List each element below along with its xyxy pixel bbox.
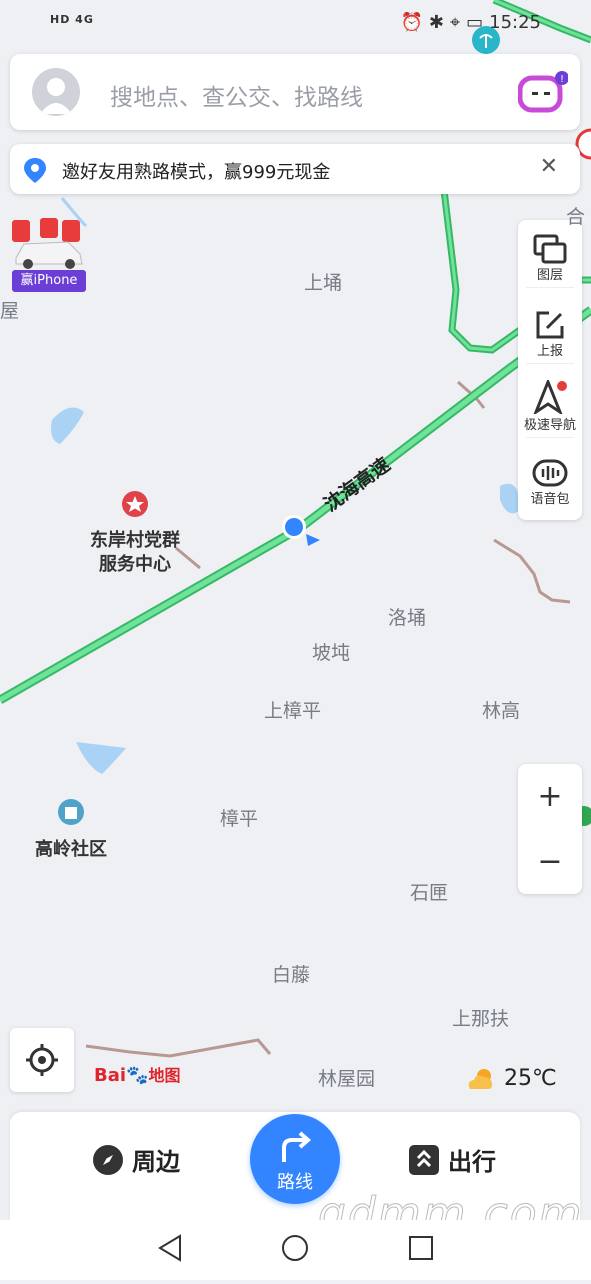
status-bar: HD 4G ⏰ ✱ ⌖ ▭ 15:25: [0, 0, 591, 44]
compass-icon: [93, 1144, 123, 1175]
recents-icon: [409, 1236, 433, 1260]
report-button[interactable]: 上报: [518, 306, 582, 364]
close-icon[interactable]: ✕: [540, 154, 558, 179]
svg-text:!: !: [560, 74, 564, 85]
weather-widget[interactable]: 25℃: [466, 1066, 557, 1091]
place-label: 坡坉: [312, 642, 351, 664]
place-label: 石匣: [410, 882, 449, 904]
home-icon: [282, 1235, 308, 1261]
tool-label-report: 上报: [536, 344, 563, 359]
fast-nav-button[interactable]: 极速导航: [518, 380, 582, 438]
search-bar[interactable]: 搜地点、查公交、找路线 !: [10, 54, 580, 130]
system-nav-bar: [0, 1220, 591, 1280]
tool-label-fast-nav: 极速导航: [523, 418, 576, 433]
cloudy-sun-icon: [468, 1068, 492, 1089]
place-label: 上樟平: [264, 700, 322, 722]
poi-party-center[interactable]: 东岸村党群 服务中心: [80, 490, 190, 577]
poi-community[interactable]: 高岭社区: [26, 798, 116, 861]
building-pin-icon: [58, 799, 84, 825]
promo-car-widget[interactable]: 赢iPhone: [10, 214, 88, 294]
travel-button[interactable]: 出行: [408, 1142, 496, 1177]
clock: 15:25: [489, 12, 541, 33]
banner-text: 邀好友用熟路模式，赢999元现金: [62, 162, 331, 183]
tool-label-voice: 语音包: [530, 492, 570, 507]
nearby-button[interactable]: 周边: [92, 1142, 180, 1177]
map-tools-panel: 图层 上报 极速导航 语音包: [518, 220, 582, 520]
navigation-icon: [533, 380, 567, 414]
avatar[interactable]: [32, 68, 80, 116]
assistant-icon[interactable]: !: [517, 70, 569, 114]
baidu-map-logo: Bai🐾地图: [94, 1065, 181, 1086]
place-label: 上那扶: [452, 1008, 510, 1030]
layers-icon: [533, 234, 567, 264]
edit-icon: [536, 311, 564, 339]
place-label: 樟平: [220, 808, 259, 830]
network-indicator: HD 4G: [50, 13, 94, 26]
zoom-out-button[interactable]: −: [518, 829, 582, 894]
status-right: ⏰ ✱ ⌖ ▭ 15:25: [400, 12, 541, 33]
place-label: 林高: [482, 700, 521, 722]
promo-tag: 赢iPhone: [12, 270, 86, 292]
search-input[interactable]: 搜地点、查公交、找路线: [110, 78, 363, 112]
place-label: 上埇: [304, 272, 343, 294]
alarm-icon: ⏰: [400, 12, 423, 33]
temperature: 25℃: [504, 1066, 557, 1091]
zoom-control: + −: [518, 764, 582, 894]
car-icon: [12, 218, 83, 269]
place-label: 洛埇: [388, 607, 427, 629]
locate-button[interactable]: [10, 1028, 74, 1092]
bluetooth-icon: ✱: [428, 12, 444, 33]
tool-label-layers: 图层: [536, 268, 563, 283]
nearby-label: 周边: [132, 1148, 180, 1176]
layers-button[interactable]: 图层: [518, 230, 582, 288]
voice-pack-button[interactable]: 语音包: [518, 454, 582, 507]
crosshair-icon: [26, 1044, 58, 1076]
poi-label: 东岸村党群 服务中心: [90, 530, 180, 575]
star-pin-icon: [122, 491, 148, 517]
voice-icon: [532, 459, 568, 487]
poi-label: 高岭社区: [35, 839, 107, 860]
turn-arrow-icon: [282, 1131, 312, 1162]
back-icon: [158, 1234, 181, 1262]
place-label: 屋: [0, 300, 20, 322]
place-label: 林屋园: [318, 1068, 376, 1090]
travel-label: 出行: [448, 1148, 496, 1176]
battery-icon: ▭: [466, 12, 484, 33]
zoom-in-button[interactable]: +: [518, 764, 582, 829]
travel-icon: [409, 1144, 439, 1175]
promo-banner[interactable]: 邀好友用熟路模式，赢999元现金 ✕: [10, 144, 580, 194]
highway-label: 沈海高速: [319, 453, 394, 516]
place-label: 白藤: [272, 964, 311, 986]
place-label: 合: [566, 206, 586, 228]
location-icon: ⌖: [449, 12, 461, 33]
location-pin-icon: [22, 156, 48, 188]
